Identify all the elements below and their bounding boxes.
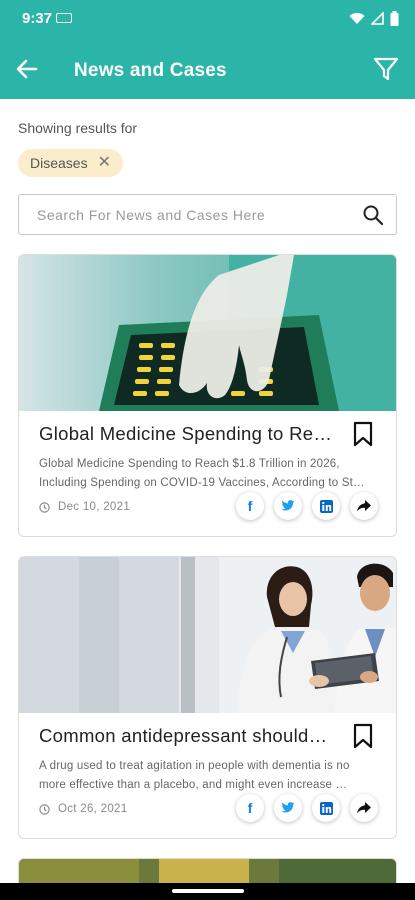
system-navigation-bar bbox=[0, 883, 415, 900]
article-card[interactable]: Global Medicine Spending to Re… Global M… bbox=[18, 254, 397, 537]
home-gesture-handle[interactable] bbox=[172, 889, 244, 893]
bookmark-icon[interactable] bbox=[352, 421, 374, 447]
share-button[interactable] bbox=[350, 794, 378, 822]
battery-icon bbox=[390, 11, 399, 26]
share-arrow-icon bbox=[357, 802, 371, 814]
twitter-share-button[interactable] bbox=[274, 794, 302, 822]
facebook-share-button[interactable]: f bbox=[236, 492, 264, 520]
article-date: Oct 26, 2021 bbox=[39, 803, 127, 815]
app-bar: 9:37 News and Cases bbox=[0, 0, 415, 99]
article-date: Dec 10, 2021 bbox=[39, 501, 130, 513]
search-icon[interactable] bbox=[362, 204, 384, 226]
share-buttons: f bbox=[236, 492, 378, 520]
status-bar: 9:37 bbox=[0, 0, 415, 36]
showing-results-label: Showing results for bbox=[18, 120, 138, 136]
cell-signal-icon bbox=[371, 12, 384, 25]
close-icon[interactable]: ✕ bbox=[98, 155, 111, 171]
article-date-text: Oct 26, 2021 bbox=[58, 803, 128, 815]
status-time: 9:37 bbox=[22, 10, 53, 27]
twitter-icon bbox=[281, 802, 295, 813]
page-title: News and Cases bbox=[74, 60, 227, 81]
article-image bbox=[19, 557, 396, 713]
article-date-text: Dec 10, 2021 bbox=[58, 501, 131, 513]
article-description: A drug used to treat agitation in people… bbox=[39, 760, 350, 791]
wifi-icon bbox=[349, 12, 365, 24]
bookmark-icon[interactable] bbox=[352, 723, 374, 749]
filter-chip-label: Diseases bbox=[30, 155, 88, 171]
back-arrow-icon[interactable] bbox=[14, 56, 40, 82]
share-button[interactable] bbox=[350, 492, 378, 520]
twitter-icon bbox=[281, 500, 295, 511]
status-icons bbox=[349, 11, 399, 26]
article-title[interactable]: Global Medicine Spending to Re… bbox=[39, 423, 339, 445]
linkedin-share-button[interactable] bbox=[312, 492, 340, 520]
notification-icon bbox=[56, 13, 72, 23]
linkedin-icon bbox=[319, 801, 333, 815]
linkedin-share-button[interactable] bbox=[312, 794, 340, 822]
article-title[interactable]: Common antidepressant should… bbox=[39, 725, 339, 747]
article-image bbox=[19, 255, 396, 411]
linkedin-icon bbox=[319, 499, 333, 513]
filter-icon[interactable] bbox=[373, 56, 399, 82]
toolbar: News and Cases bbox=[0, 36, 415, 99]
search-box bbox=[18, 194, 397, 235]
article-card[interactable]: Common antidepressant should… A drug use… bbox=[18, 556, 397, 839]
share-arrow-icon bbox=[357, 500, 371, 512]
facebook-share-button[interactable]: f bbox=[236, 794, 264, 822]
facebook-icon: f bbox=[247, 800, 253, 816]
twitter-share-button[interactable] bbox=[274, 492, 302, 520]
clock-icon bbox=[39, 501, 50, 513]
clock-icon bbox=[39, 803, 50, 815]
facebook-icon: f bbox=[247, 498, 253, 514]
filter-chip-diseases[interactable]: Diseases ✕ bbox=[18, 149, 123, 177]
search-input[interactable] bbox=[19, 195, 349, 234]
share-buttons: f bbox=[236, 794, 378, 822]
article-description: Global Medicine Spending to Reach $1.8 T… bbox=[39, 458, 365, 489]
